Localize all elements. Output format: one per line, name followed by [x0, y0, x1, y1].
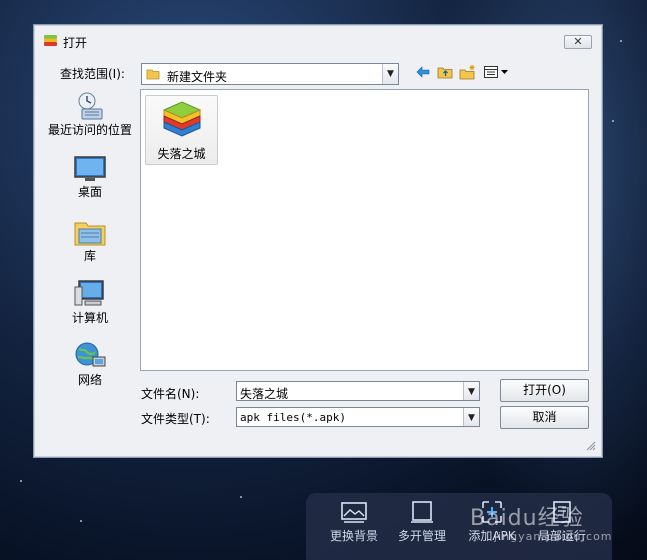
- toolbar-label: 多开管理: [397, 529, 446, 543]
- place-desktop[interactable]: 桌面: [48, 155, 132, 199]
- new-folder-icon: [459, 65, 475, 80]
- file-type-select[interactable]: apk files(*.apk) ▼: [236, 407, 480, 427]
- watermark-brand: Baidu经验: [470, 506, 584, 531]
- view-menu-icon: [484, 66, 508, 78]
- chevron-down-icon[interactable]: ▼: [382, 64, 398, 84]
- place-network[interactable]: 网络: [48, 341, 132, 387]
- look-in-dropdown[interactable]: 新建文件夹 ▼: [141, 63, 399, 85]
- multi-instance-button[interactable]: 多开管理: [392, 501, 452, 544]
- look-in-label: 查找范围(I):: [60, 67, 125, 81]
- change-background-icon: [341, 502, 367, 523]
- libraries-icon: [74, 222, 106, 246]
- folder-icon: [146, 69, 160, 80]
- up-folder-icon: [437, 67, 452, 79]
- look-in-value: 新建文件夹: [167, 70, 228, 84]
- chevron-down-icon[interactable]: ▼: [463, 382, 479, 400]
- close-icon: ✕: [573, 35, 583, 48]
- file-item[interactable]: 失落之城: [145, 95, 218, 165]
- bluestacks-app-icon: [162, 101, 201, 137]
- place-label: 桌面: [77, 185, 102, 199]
- desktop-icon: [74, 156, 106, 181]
- resize-grip-icon[interactable]: [586, 441, 596, 451]
- background-star: [612, 120, 614, 122]
- open-file-dialog: 打开 ✕ 查找范围(I): 新建文件夹 ▼ 最近访问的位置 桌面 库 计算机 网…: [33, 24, 603, 458]
- background-star: [80, 520, 82, 522]
- cancel-button[interactable]: 取消: [500, 406, 589, 429]
- dialog-title: 打开: [63, 36, 88, 50]
- dialog-titlebar[interactable]: 打开 ✕: [34, 25, 602, 57]
- file-name-input[interactable]: 失落之城 ▼: [236, 381, 480, 401]
- change-background-button[interactable]: 更换背景: [324, 501, 384, 544]
- multi-instance-icon: [411, 501, 433, 523]
- watermark-url: jingyan.baidu.com: [494, 530, 613, 543]
- place-label: 库: [83, 249, 96, 263]
- file-name-label: 文件名(N):: [141, 387, 200, 401]
- view-menu-button[interactable]: [482, 64, 512, 82]
- place-libraries[interactable]: 库: [48, 217, 132, 263]
- up-folder-button[interactable]: [435, 64, 455, 82]
- back-button[interactable]: [413, 64, 433, 82]
- network-icon: [75, 342, 106, 367]
- place-recent[interactable]: 最近访问的位置: [48, 91, 132, 137]
- file-type-value: apk files(*.apk): [240, 411, 346, 424]
- baidu-watermark: Baidu经验 jingyan.baidu.com: [470, 500, 612, 543]
- place-label: 计算机: [71, 311, 108, 325]
- place-label: 最近访问的位置: [48, 123, 133, 137]
- open-button[interactable]: 打开(O): [500, 379, 589, 402]
- background-star: [240, 496, 242, 498]
- file-type-label: 文件类型(T):: [141, 412, 210, 426]
- new-folder-button[interactable]: [458, 64, 478, 82]
- background-star: [20, 480, 22, 482]
- computer-icon: [74, 280, 104, 306]
- background-star: [620, 40, 622, 42]
- file-name-value: 失落之城: [240, 387, 289, 401]
- chevron-down-icon[interactable]: ▼: [463, 408, 479, 426]
- place-computer[interactable]: 计算机: [48, 279, 132, 325]
- close-button[interactable]: ✕: [564, 35, 592, 49]
- recent-places-icon: [78, 92, 103, 120]
- toolbar-label: 更换背景: [329, 529, 378, 543]
- bluestacks-title-icon: [44, 35, 57, 46]
- file-name: 失落之城: [157, 147, 206, 161]
- back-arrow-icon: [416, 66, 430, 78]
- file-list[interactable]: 失落之城: [140, 89, 589, 371]
- place-label: 网络: [77, 373, 102, 387]
